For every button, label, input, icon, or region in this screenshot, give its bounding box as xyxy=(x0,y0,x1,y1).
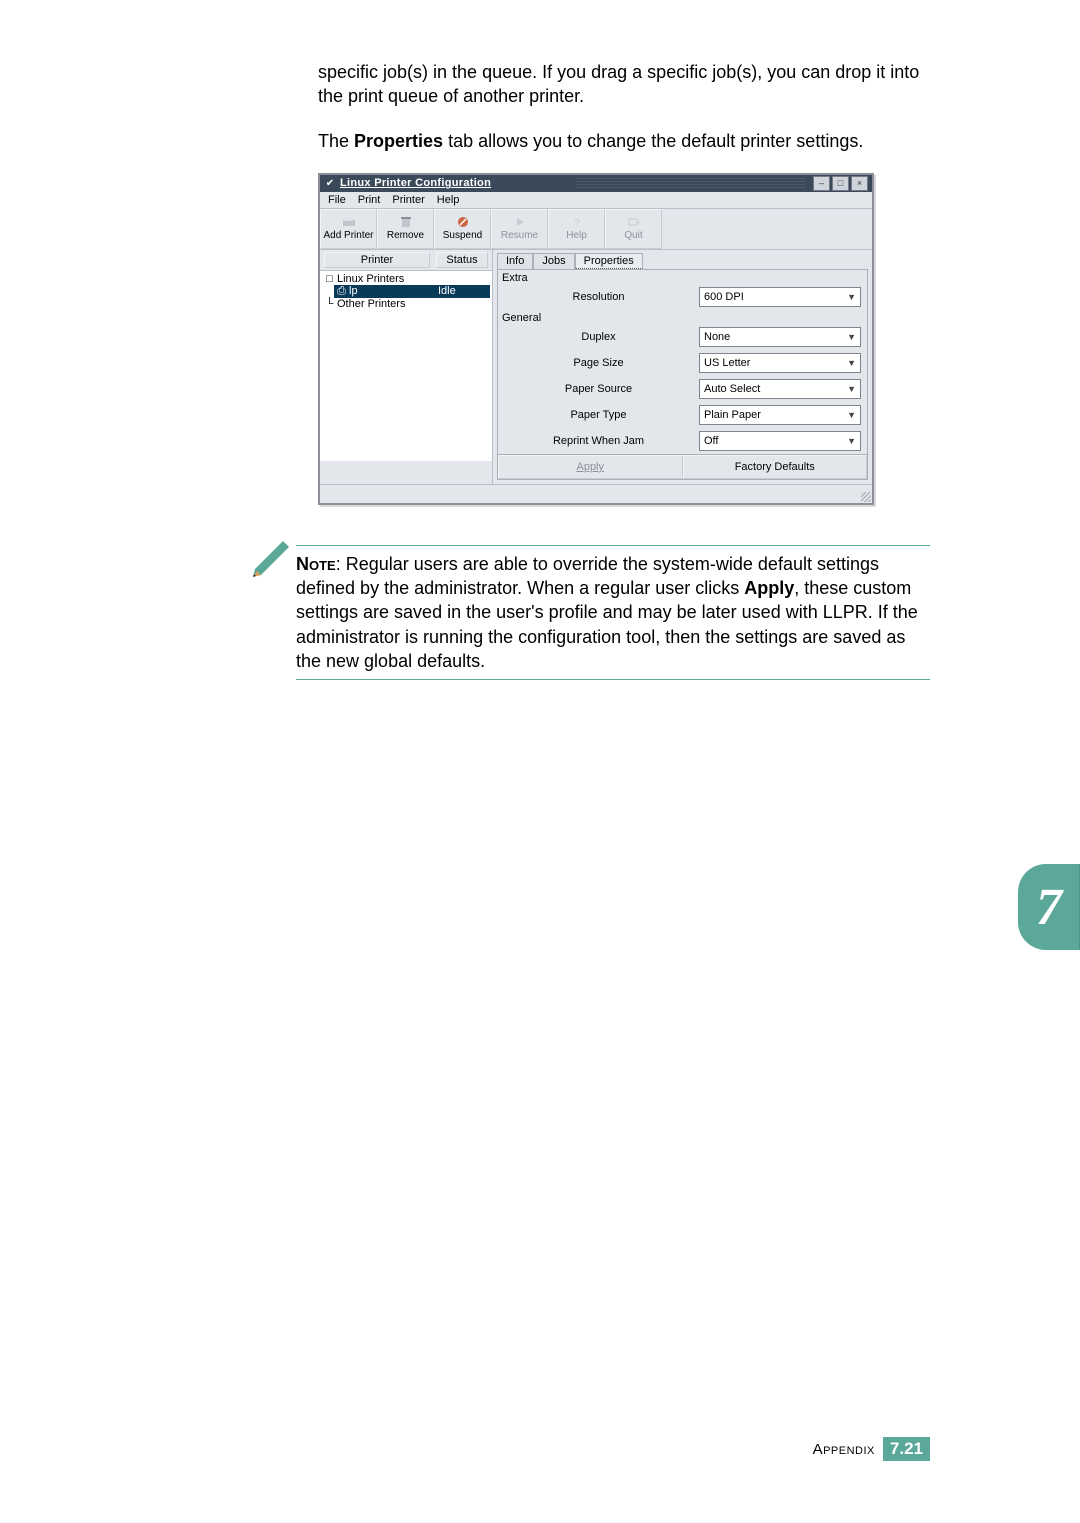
printer-icon xyxy=(341,216,357,228)
status-column-header[interactable]: Status xyxy=(436,252,488,268)
chevron-down-icon: ▼ xyxy=(847,358,856,368)
chevron-down-icon: ▼ xyxy=(847,436,856,446)
menubar: File Print Printer Help xyxy=(320,192,872,209)
page-size-select[interactable]: US Letter▼ xyxy=(699,353,861,373)
pencil-icon xyxy=(245,537,295,587)
menu-printer[interactable]: Printer xyxy=(392,194,424,206)
tab-info[interactable]: Info xyxy=(497,253,533,269)
reprint-label: Reprint When Jam xyxy=(504,435,693,447)
help-icon: ? xyxy=(569,216,585,228)
note-divider-top xyxy=(296,545,930,546)
chevron-down-icon: ▼ xyxy=(847,292,856,302)
menu-help[interactable]: Help xyxy=(437,194,460,206)
printer-column-header[interactable]: Printer xyxy=(324,252,430,268)
paper-type-label: Paper Type xyxy=(504,409,693,421)
properties-pane: Info Jobs Properties Extra Resolution 60… xyxy=(493,250,872,484)
exit-icon xyxy=(626,216,642,228)
resolution-select[interactable]: 600 DPI▼ xyxy=(699,287,861,307)
page-footer: Appendix 7.21 xyxy=(813,1437,930,1461)
minimize-button[interactable]: – xyxy=(813,176,830,191)
menu-file[interactable]: File xyxy=(328,194,346,206)
tree-lp[interactable]: ⎙ lp Idle xyxy=(334,285,490,298)
duplex-label: Duplex xyxy=(504,331,693,343)
folder-icon: □ xyxy=(324,273,335,285)
svg-text:?: ? xyxy=(574,218,580,228)
chapter-tab: 7 xyxy=(1018,864,1080,950)
page-number-box: 7.21 xyxy=(883,1437,930,1461)
linux-printer-config-window: ✔ Linux Printer Configuration – □ × File… xyxy=(318,173,874,505)
intro-paragraph-2: The Properties tab allows you to change … xyxy=(318,129,930,153)
factory-defaults-button[interactable]: Factory Defaults xyxy=(683,455,868,479)
titlebar-stripes xyxy=(576,178,806,188)
paper-source-label: Paper Source xyxy=(504,383,693,395)
group-general-label: General xyxy=(498,310,867,324)
note-text: Note: Regular users are able to override… xyxy=(296,552,930,673)
tab-properties[interactable]: Properties xyxy=(575,253,643,269)
chevron-down-icon: ▼ xyxy=(847,410,856,420)
paper-source-select[interactable]: Auto Select▼ xyxy=(699,379,861,399)
play-icon xyxy=(512,216,528,228)
stop-icon xyxy=(455,216,471,228)
toolbar: Add Printer Remove Suspend Resume ? Help… xyxy=(320,209,872,250)
add-printer-button[interactable]: Add Printer xyxy=(320,209,377,249)
window-titlebar[interactable]: ✔ Linux Printer Configuration – □ × xyxy=(320,175,872,192)
tree-linux-printers[interactable]: □ Linux Printers xyxy=(322,273,490,285)
tab-jobs[interactable]: Jobs xyxy=(533,253,574,269)
group-extra-label: Extra xyxy=(498,270,867,284)
tree-other-printers[interactable]: └ Other Printers xyxy=(322,298,490,310)
remove-button[interactable]: Remove xyxy=(377,209,434,249)
reprint-select[interactable]: Off▼ xyxy=(699,431,861,451)
trash-icon xyxy=(398,216,414,228)
printer-tree-pane: Printer Status □ Linux Printers ⎙ lp Idl… xyxy=(320,250,493,484)
printer-tree[interactable]: □ Linux Printers ⎙ lp Idle └ Other Print… xyxy=(320,271,492,461)
chevron-down-icon: ▼ xyxy=(847,332,856,342)
statusbar xyxy=(320,484,872,503)
window-title: Linux Printer Configuration xyxy=(340,177,570,189)
close-button[interactable]: × xyxy=(851,176,868,191)
resolution-label: Resolution xyxy=(504,291,693,303)
suspend-button[interactable]: Suspend xyxy=(434,209,491,249)
maximize-button[interactable]: □ xyxy=(832,176,849,191)
note-divider-bottom xyxy=(296,679,930,680)
help-button: ? Help xyxy=(548,209,605,249)
window-menu-icon[interactable]: ✔ xyxy=(324,177,336,189)
page-size-label: Page Size xyxy=(504,357,693,369)
printer-icon: ⎙ xyxy=(336,285,347,298)
note-block: Note: Regular users are able to override… xyxy=(250,545,930,680)
quit-button: Quit xyxy=(605,209,662,249)
chevron-down-icon: ▼ xyxy=(847,384,856,394)
footer-label: Appendix xyxy=(813,1441,875,1458)
branch-icon: └ xyxy=(324,298,335,310)
intro-paragraph-1: specific job(s) in the queue. If you dra… xyxy=(318,60,930,109)
apply-button: Apply xyxy=(498,455,683,479)
duplex-select[interactable]: None▼ xyxy=(699,327,861,347)
detail-tabs: Info Jobs Properties xyxy=(493,250,872,269)
paper-type-select[interactable]: Plain Paper▼ xyxy=(699,405,861,425)
menu-print[interactable]: Print xyxy=(358,194,381,206)
resume-button: Resume xyxy=(491,209,548,249)
